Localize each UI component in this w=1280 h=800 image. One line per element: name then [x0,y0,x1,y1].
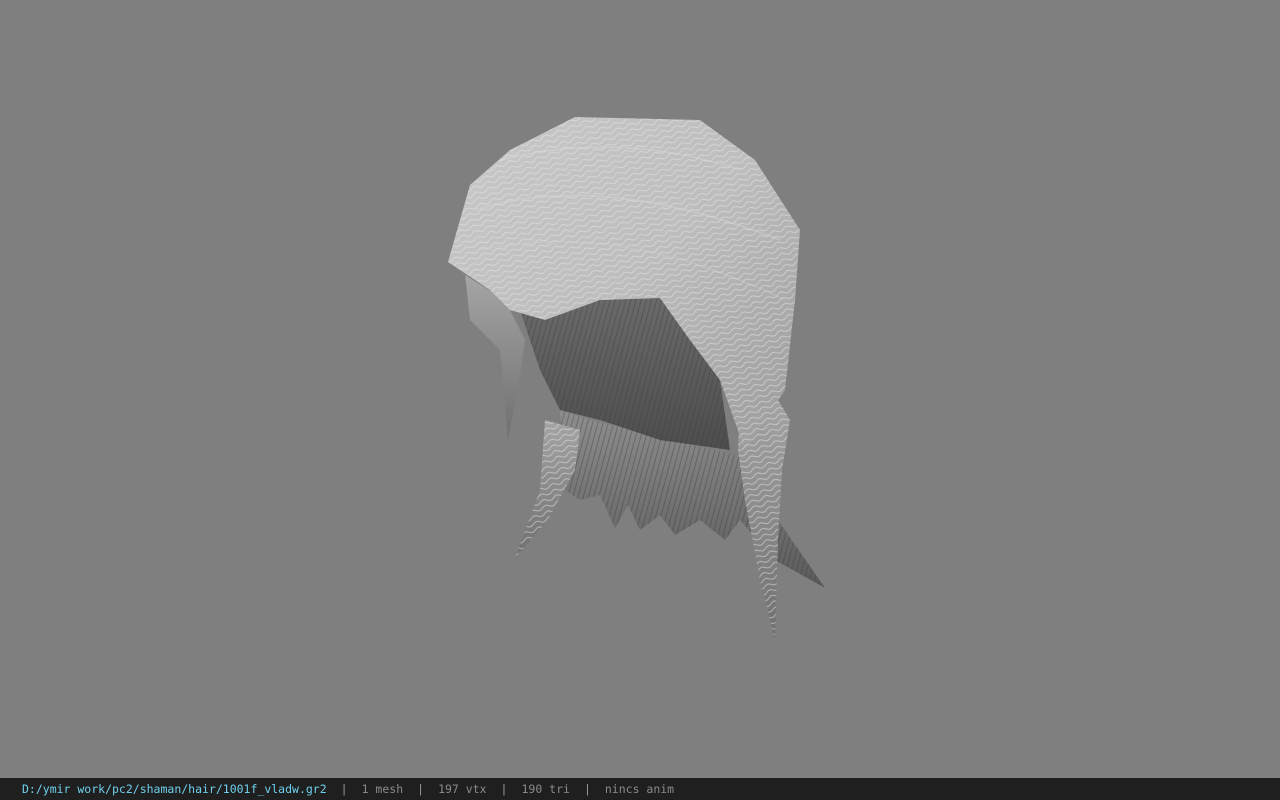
separator: | [583,782,591,796]
triangle-count-label: 190 tri [521,782,570,796]
separator: | [417,782,425,796]
separator: | [500,782,508,796]
separator: | [340,782,348,796]
file-path-label: D:/ymir work/pc2/shaman/hair/1001f_vladw… [22,782,327,796]
animation-status-label: nincs anim [604,782,675,796]
vertex-count-label: 197 vtx [438,782,487,796]
3d-viewport[interactable] [0,0,1280,778]
mesh-count-label: 1 mesh [361,782,404,796]
hair-model-render [448,117,825,640]
status-bar: D:/ymir work/pc2/shaman/hair/1001f_vladw… [0,778,1280,800]
